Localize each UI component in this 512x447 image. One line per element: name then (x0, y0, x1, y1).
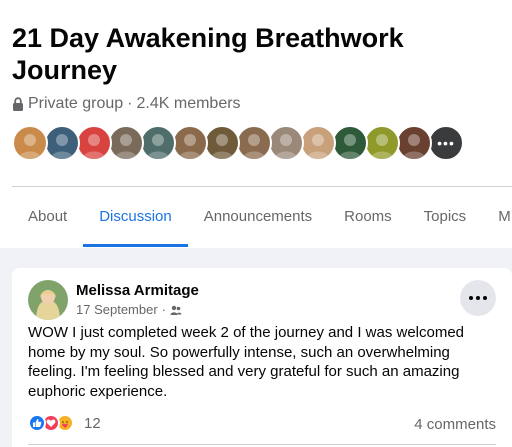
post-meta-separator: · (161, 302, 167, 317)
post-meta: 17 September · (76, 302, 182, 317)
member-avatar[interactable] (108, 125, 144, 161)
tab-rooms[interactable]: Rooms (328, 187, 408, 247)
post-divider (28, 444, 496, 445)
post-text: WOW I just completed week 2 of the journ… (28, 324, 465, 400)
member-avatar[interactable] (140, 125, 176, 161)
comment-count-link[interactable]: 4 comments (414, 416, 496, 433)
member-avatar[interactable] (268, 125, 304, 161)
group-title[interactable]: 21 Day Awakening Breathwork Journey (12, 22, 502, 86)
member-avatar[interactable] (236, 125, 272, 161)
author-avatar[interactable] (28, 280, 68, 320)
group-audience-icon (170, 305, 182, 315)
member-count[interactable]: 2.4K members (137, 95, 241, 113)
member-avatar-row: ••• (12, 125, 464, 161)
member-avatar[interactable] (172, 125, 208, 161)
group-header: 21 Day Awakening Breathwork Journey Priv… (0, 0, 512, 248)
member-avatar[interactable] (44, 125, 80, 161)
group-meta: Private group · 2.4K members (12, 95, 241, 113)
tab-announcements[interactable]: Announcements (188, 187, 328, 247)
member-avatar[interactable] (76, 125, 112, 161)
post-card: Melissa Armitage 17 September · WOW I ju… (12, 268, 512, 447)
reaction-count[interactable]: 12 (84, 415, 101, 432)
lock-icon (13, 97, 23, 111)
more-members-button[interactable]: ••• (428, 125, 464, 161)
avatar-image (28, 280, 68, 320)
post-date[interactable]: 17 September (76, 302, 158, 317)
member-avatar[interactable] (12, 125, 48, 161)
like-icon (28, 414, 46, 432)
post-author[interactable]: Melissa Armitage (76, 282, 199, 299)
meta-separator: · (127, 95, 133, 112)
member-avatar[interactable] (396, 125, 432, 161)
tab-topics[interactable]: Topics (408, 187, 483, 247)
tab-about[interactable]: About (12, 187, 83, 247)
member-avatar[interactable] (332, 125, 368, 161)
reaction-summary[interactable]: 12 (28, 414, 101, 432)
member-avatar[interactable] (300, 125, 336, 161)
member-avatar[interactable] (204, 125, 240, 161)
tab-discussion[interactable]: Discussion (83, 187, 188, 247)
post-options-button[interactable] (460, 280, 496, 316)
member-avatar[interactable] (364, 125, 400, 161)
tab-m[interactable]: M (482, 187, 512, 247)
more-icon (469, 296, 487, 300)
group-tabs: About Discussion Announcements Rooms Topics M (12, 187, 512, 247)
privacy-label[interactable]: Private group (28, 95, 123, 113)
